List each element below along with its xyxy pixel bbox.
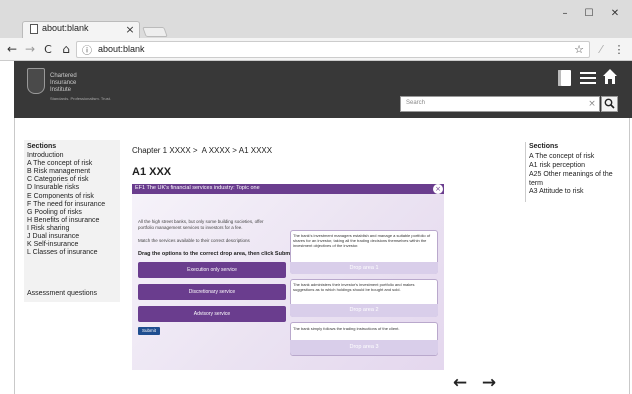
sidebar-left-item[interactable]: F The need for insurance <box>27 201 105 208</box>
sidebar-left-item[interactable]: L Classes of insurance <box>27 249 98 256</box>
activity-intro: All the high street banks, but only some… <box>138 219 264 230</box>
sidebar-left-item[interactable]: J Dual insurance <box>27 233 79 240</box>
logo-line3: Institute <box>50 87 72 93</box>
address-text: about:blank <box>98 44 145 54</box>
drop-area-label: Drop area 2 <box>349 307 379 313</box>
browser-menu-icon[interactable]: ⋮ <box>612 41 626 58</box>
drop-area-label: Drop area 1 <box>349 265 379 271</box>
sidebar-right-item[interactable]: A3 Attitude to risk <box>529 188 625 197</box>
sidebar-left-item[interactable]: K Self-insurance <box>27 241 78 248</box>
back-icon[interactable]: ← <box>5 41 19 57</box>
drag-option-label: Discretionary service <box>188 289 236 295</box>
tab-close-icon[interactable]: × <box>124 22 136 36</box>
cii-crest-logo[interactable] <box>27 68 45 94</box>
sidebar-right-item[interactable]: A25 Other meanings of the term <box>529 171 625 188</box>
book-icon[interactable] <box>558 70 571 86</box>
home-browser-icon[interactable]: ⌂ <box>59 41 73 57</box>
next-arrow-icon[interactable]: → <box>480 373 498 393</box>
breadcrumb: Chapter 1 XXXX > A XXXX > A1 XXXX <box>132 146 273 155</box>
drag-option-label: Execution only service <box>187 267 237 273</box>
search-icon <box>604 98 615 109</box>
window-minimize-button[interactable]: – <box>556 6 574 20</box>
activity-instruction: Drag the options to the correct drop are… <box>138 251 296 257</box>
window-close-button[interactable]: ✕ <box>606 6 624 20</box>
prev-arrow-icon[interactable]: ← <box>451 373 469 393</box>
page-title: A1 XXX <box>132 166 172 178</box>
address-bar[interactable] <box>76 41 590 58</box>
home-icon[interactable] <box>602 68 618 85</box>
new-tab-button[interactable] <box>142 27 168 37</box>
window-maximize-button[interactable]: ☐ <box>580 6 598 20</box>
submit-label: Submit <box>141 328 156 333</box>
drop-description: The bank's investment managers establish… <box>293 233 431 248</box>
sidebar-right-title: Sections <box>529 143 559 150</box>
sidebar-left-item[interactable]: C Categories of risk <box>27 176 88 183</box>
list-icon[interactable] <box>580 72 596 84</box>
sidebar-left-item[interactable]: E Components of risk <box>27 193 94 200</box>
search-clear-icon[interactable]: × <box>586 97 598 111</box>
search-placeholder: Search <box>406 100 426 106</box>
sidebar-left-item[interactable]: B Risk management <box>27 168 90 175</box>
extension-icon[interactable]: ⁄ <box>594 41 608 58</box>
drag-option-label: Advisory service <box>193 311 231 317</box>
logo-tagline: Standards. Professionalism. Trust. <box>50 96 111 101</box>
drop-description: The bank simply follows the trading inst… <box>293 326 400 331</box>
forward-icon[interactable]: → <box>23 41 37 57</box>
sidebar-left-item[interactable]: A The concept of risk <box>27 160 92 167</box>
logo-line2: Insurance <box>50 80 77 86</box>
sidebar-left-title: Sections <box>27 143 57 150</box>
activity-close-icon[interactable]: × <box>433 184 443 194</box>
content-border-left <box>14 118 15 394</box>
sidebar-left-item[interactable]: D Insurable risks <box>27 184 79 191</box>
sidebar-right-rule <box>525 142 526 202</box>
search-input[interactable] <box>400 96 600 112</box>
assessment-questions-link[interactable]: Assessment questions <box>27 290 97 297</box>
sidebar-left-item[interactable]: G Pooling of risks <box>27 209 82 216</box>
activity-match-text: Match the services available to their co… <box>138 238 250 243</box>
sidebar-right-item[interactable]: A1 risk perception <box>529 162 625 171</box>
content-border-right <box>629 118 630 394</box>
page-icon <box>30 24 38 34</box>
info-icon[interactable]: ⓘ <box>80 41 94 58</box>
reload-icon[interactable]: C <box>41 41 55 57</box>
logo-line1: Chartered <box>50 73 77 79</box>
sidebar-left-item[interactable]: Introduction <box>27 152 64 159</box>
drop-area-label: Drop area 3 <box>349 344 379 350</box>
sidebar-left-item[interactable]: H Benefits of insurance <box>27 217 99 224</box>
sidebar-left-item[interactable]: I Risk sharing <box>27 225 69 232</box>
sidebar-right-item[interactable]: A The concept of risk <box>529 153 625 162</box>
drop-description: The bank administers their investor's in… <box>293 282 415 292</box>
tab-title: about:blank <box>42 23 89 33</box>
activity-header-text: EF1 The UK's financial services industry… <box>135 185 260 191</box>
star-icon[interactable]: ☆ <box>572 41 586 58</box>
